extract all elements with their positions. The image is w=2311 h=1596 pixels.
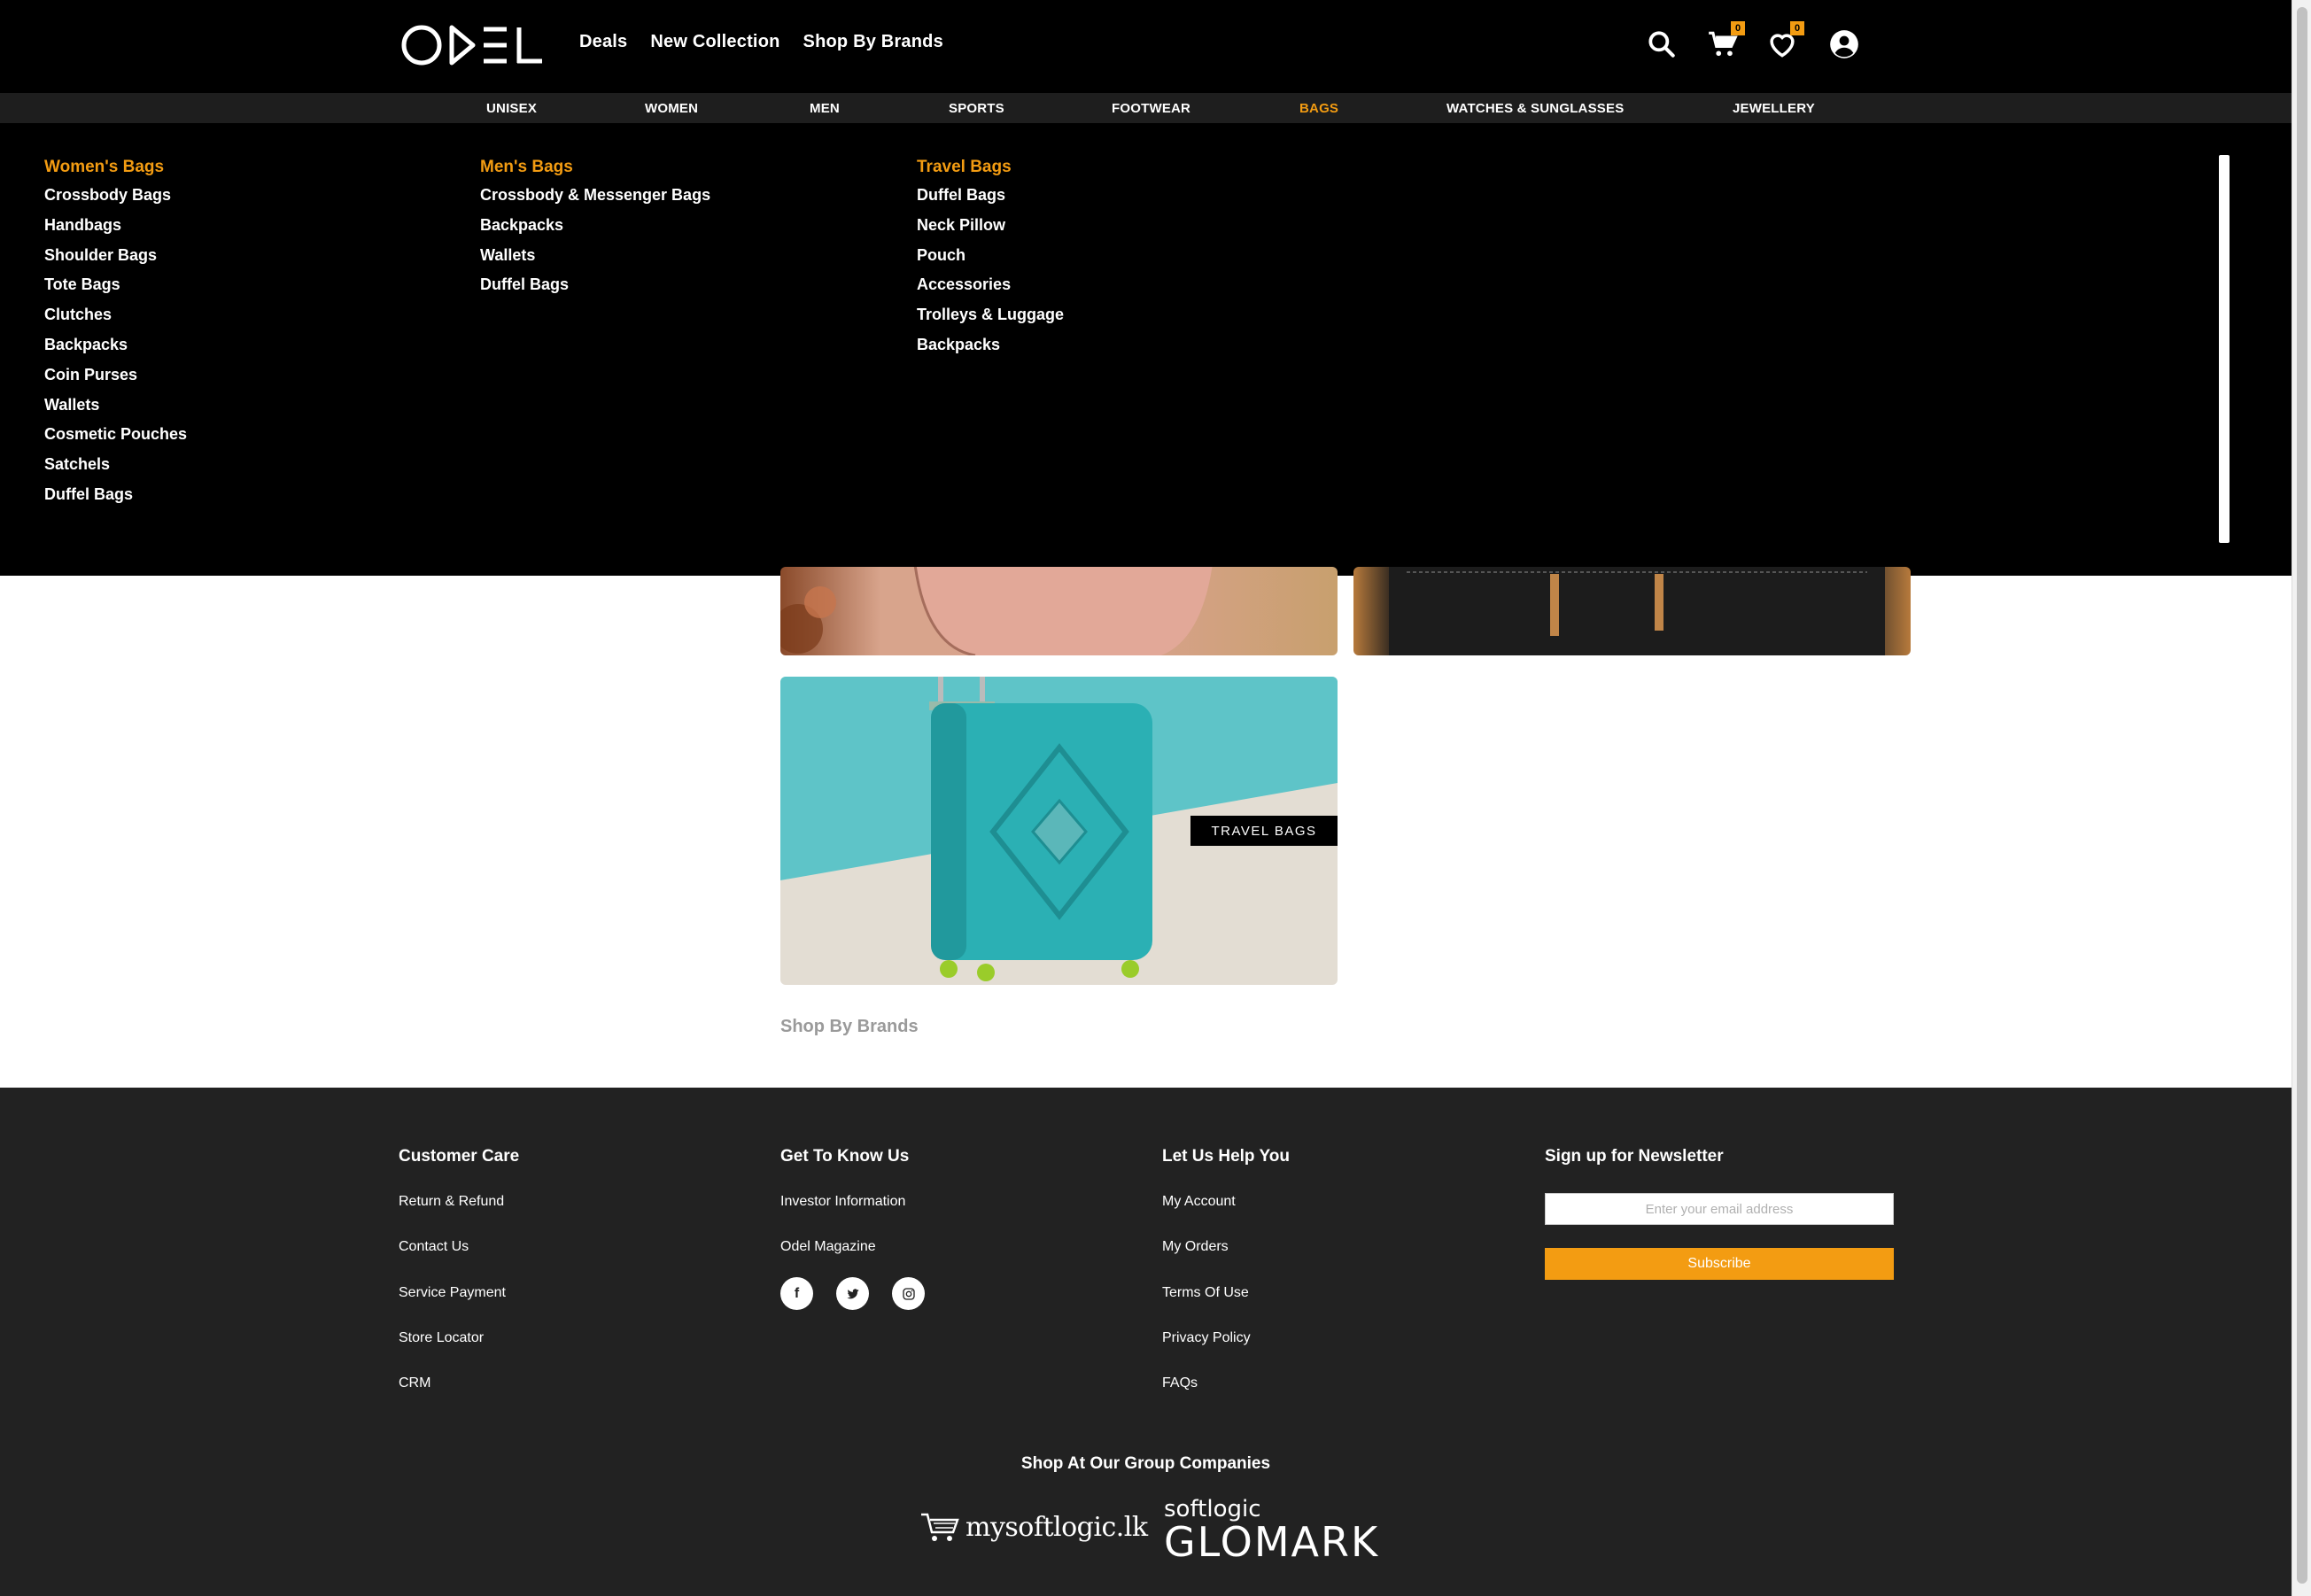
nav-new-collection[interactable]: New Collection [650, 32, 779, 52]
mega-column-mens-bags: Men's Bags Crossbody & Messenger Bags Ba… [480, 154, 710, 300]
facebook-icon[interactable]: f [780, 1277, 813, 1311]
account-icon[interactable] [1827, 27, 1861, 61]
glomark-big-text: GLOMARK [1164, 1518, 1380, 1566]
footer-link[interactable]: My Account [1162, 1193, 1290, 1238]
mega-heading[interactable]: Travel Bags [917, 154, 1064, 181]
mega-item[interactable]: Coin Purses [44, 360, 187, 391]
page-scrollbar[interactable] [2292, 0, 2311, 1596]
site-footer: Customer Care Return & Refund Contact Us… [0, 1088, 2292, 1596]
mega-item[interactable]: Crossbody & Messenger Bags [480, 181, 710, 211]
footer-heading: Customer Care [399, 1147, 520, 1166]
top-header: Deals New Collection Shop By Brands 0 0 [0, 0, 2292, 93]
cart-icon[interactable]: 0 [1706, 21, 1745, 61]
heart-icon[interactable]: 0 [1765, 21, 1804, 61]
mega-item[interactable]: Duffel Bags [480, 270, 710, 300]
mega-column-travel-bags: Travel Bags Duffel Bags Neck Pillow Pouc… [917, 154, 1064, 360]
category-bar: UNISEX WOMEN MEN SPORTS FOOTWEAR BAGS WA… [0, 93, 2292, 123]
mega-item[interactable]: Crossbody Bags [44, 181, 187, 211]
category-watches-sunglasses[interactable]: WATCHES & SUNGLASSES [1446, 101, 1624, 116]
womens-bags-banner[interactable] [780, 567, 1338, 655]
nav-deals[interactable]: Deals [579, 32, 627, 52]
footer-heading: Sign up for Newsletter [1545, 1147, 1724, 1166]
cart-count-badge: 0 [1731, 21, 1745, 35]
category-sports[interactable]: SPORTS [949, 101, 1004, 116]
newsletter-email-input[interactable] [1545, 1193, 1894, 1225]
category-jewellery[interactable]: JEWELLERY [1733, 101, 1815, 116]
footer-link[interactable]: Store Locator [399, 1329, 519, 1375]
mega-item[interactable]: Backpacks [480, 211, 710, 241]
top-nav: Deals New Collection Shop By Brands [579, 32, 943, 52]
group-companies-title: Shop At Our Group Companies [1020, 1454, 1271, 1473]
mega-item[interactable]: Backpacks [917, 330, 1064, 360]
mega-item[interactable]: Shoulder Bags [44, 241, 187, 271]
nav-shop-by-brands[interactable]: Shop By Brands [803, 32, 943, 52]
footer-link[interactable]: FAQs [1162, 1375, 1290, 1420]
mega-item[interactable]: Neck Pillow [917, 211, 1064, 241]
cart-logo-icon [921, 1513, 959, 1541]
mega-column-womens-bags: Women's Bags Crossbody Bags Handbags Sho… [44, 154, 187, 510]
mega-item[interactable]: Trolleys & Luggage [917, 300, 1064, 330]
footer-link[interactable]: Odel Magazine [780, 1238, 925, 1274]
twitter-icon[interactable] [836, 1277, 869, 1311]
mega-item[interactable]: Pouch [917, 241, 1064, 271]
footer-link[interactable]: Contact Us [399, 1238, 519, 1283]
mysoftlogic-text: mysoftlogic.lk [966, 1512, 1148, 1543]
footer-link[interactable]: Investor Information [780, 1193, 925, 1238]
mega-item[interactable]: Tote Bags [44, 270, 187, 300]
mega-item[interactable]: Duffel Bags [917, 181, 1064, 211]
footer-heading: Let Us Help You [1162, 1147, 1290, 1166]
mega-item[interactable]: Backpacks [44, 330, 187, 360]
footer-link[interactable]: Service Payment [399, 1284, 519, 1329]
mens-bags-banner[interactable] [1353, 567, 1911, 655]
mega-item[interactable]: Clutches [44, 300, 187, 330]
footer-link[interactable]: Return & Refund [399, 1193, 519, 1238]
footer-link[interactable]: Privacy Policy [1162, 1329, 1290, 1375]
instagram-icon[interactable] [892, 1277, 925, 1311]
odel-logo[interactable] [400, 22, 544, 68]
mega-menu-scrollbar[interactable] [2219, 155, 2230, 543]
mega-item[interactable]: Satchels [44, 450, 187, 480]
travel-bags-banner[interactable]: TRAVEL BAGS [780, 677, 1338, 985]
mega-heading[interactable]: Men's Bags [480, 154, 710, 181]
mega-item[interactable]: Duffel Bags [44, 480, 187, 510]
footer-get-to-know-us: Get To Know Us Investor Information Odel… [780, 1147, 925, 1311]
mega-item[interactable]: Accessories [917, 270, 1064, 300]
footer-customer-care: Customer Care Return & Refund Contact Us… [399, 1147, 519, 1420]
bags-mega-menu: Women's Bags Crossbody Bags Handbags Sho… [0, 123, 2292, 576]
footer-link[interactable]: Terms Of Use [1162, 1284, 1290, 1329]
footer-heading: Get To Know Us [780, 1147, 910, 1166]
subscribe-button[interactable]: Subscribe [1545, 1248, 1894, 1280]
category-footwear[interactable]: FOOTWEAR [1112, 101, 1190, 116]
glomark-logo[interactable]: softlogic GLOMARK [1164, 1497, 1379, 1562]
search-icon[interactable] [1645, 27, 1679, 61]
mega-heading[interactable]: Women's Bags [44, 154, 187, 181]
category-unisex[interactable]: UNISEX [486, 101, 537, 116]
mysoftlogic-logo[interactable]: mysoftlogic.lk [919, 1511, 1148, 1543]
social-links: f [780, 1277, 925, 1311]
mega-item[interactable]: Handbags [44, 211, 187, 241]
mega-item[interactable]: Cosmetic Pouches [44, 420, 187, 450]
wishlist-count-badge: 0 [1790, 21, 1804, 35]
footer-let-us-help-you: Let Us Help You My Account My Orders Ter… [1162, 1147, 1290, 1420]
mega-item[interactable]: Wallets [44, 391, 187, 421]
footer-newsletter: Sign up for Newsletter Subscribe [1545, 1147, 1894, 1280]
footer-link[interactable]: My Orders [1162, 1238, 1290, 1283]
footer-link[interactable]: CRM [399, 1375, 519, 1420]
category-women[interactable]: WOMEN [645, 101, 698, 116]
page-scrollbar-thumb[interactable] [2297, 7, 2307, 1584]
travel-bags-label: TRAVEL BAGS [1190, 816, 1338, 846]
mega-item[interactable]: Wallets [480, 241, 710, 271]
category-bags[interactable]: BAGS [1299, 101, 1338, 116]
category-men[interactable]: MEN [810, 101, 840, 116]
shop-by-brands-heading[interactable]: Shop By Brands [780, 1017, 919, 1037]
